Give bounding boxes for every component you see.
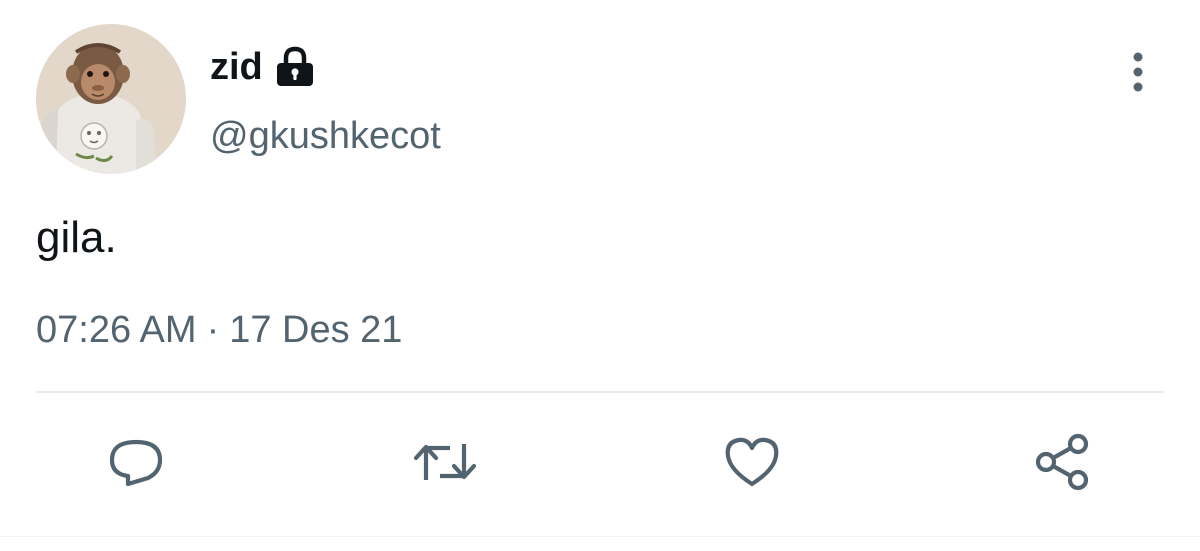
reply-button[interactable] xyxy=(106,432,166,492)
divider xyxy=(36,391,1164,393)
tweet-time[interactable]: 07:26 AM xyxy=(36,309,197,351)
lock-icon xyxy=(273,45,317,89)
more-vertical-icon xyxy=(1133,52,1143,92)
heart-icon xyxy=(725,437,779,487)
tweet-detail: zid @gkushkecot gila. 07:26 AM · 17 Des 21 xyxy=(0,0,1200,551)
timestamp-separator: · xyxy=(206,309,220,351)
bottom-border xyxy=(0,536,1200,537)
share-nodes-icon xyxy=(1035,433,1089,491)
avatar[interactable] xyxy=(36,24,186,174)
display-name[interactable]: zid xyxy=(210,48,263,86)
retweet-arrows-icon xyxy=(413,444,477,480)
like-button[interactable] xyxy=(722,432,782,492)
tweet-text: gila. xyxy=(36,213,117,262)
tweet-timestamp: 07:26 AM · 17 Des 21 xyxy=(36,308,402,354)
speech-bubble-icon xyxy=(109,439,163,487)
monkey-avatar-image xyxy=(36,24,186,174)
display-name-row: zid xyxy=(210,42,317,92)
more-options-button[interactable] xyxy=(1116,50,1160,96)
retweet-button[interactable] xyxy=(410,432,477,492)
user-handle[interactable]: @gkushkecot xyxy=(210,114,441,160)
share-button[interactable] xyxy=(1030,432,1090,492)
tweet-date[interactable]: 17 Des 21 xyxy=(229,309,402,351)
